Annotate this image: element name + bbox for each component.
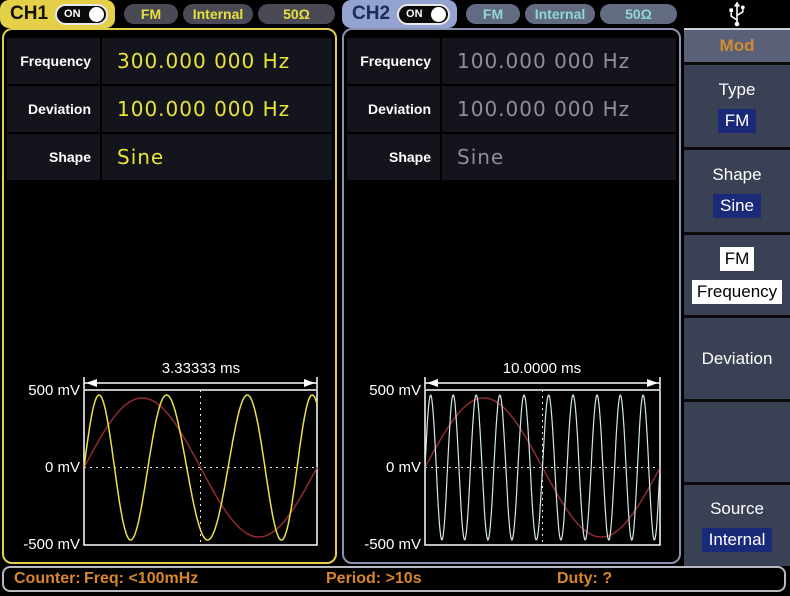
- ch2-toggle-state: ON: [406, 8, 423, 20]
- ch1-panel: Frequency 300.000 000 Hz Deviation 100.0…: [2, 28, 337, 564]
- ch2-params: Frequency 100.000 000 Hz Deviation 100.0…: [347, 38, 676, 180]
- ch1-span-arrowhead-left-icon: [86, 379, 97, 387]
- ch1-frequency-value[interactable]: 300.000 000 Hz: [102, 38, 332, 84]
- softkey-source[interactable]: Source Internal: [684, 485, 790, 566]
- ch2-source-badge: Internal: [525, 4, 595, 24]
- softkey-shape[interactable]: Shape Sine: [684, 150, 790, 235]
- ch2-span-arrowhead-right-icon: [647, 379, 658, 387]
- ch2-status-pills: FM Internal 50Ω: [466, 4, 677, 24]
- ch2-shape-label: Shape: [347, 134, 440, 180]
- menu-title: Mod: [684, 28, 790, 65]
- ch2-waveform-preview: 10.0000 ms 500 mV 0 mV -500 mV: [346, 358, 680, 552]
- ch1-toggle-knob-icon: [89, 7, 104, 22]
- softkey-fm-frequency[interactable]: FM Frequency: [684, 235, 790, 318]
- ch2-toggle-knob-icon: [431, 7, 446, 22]
- ch2-mod-badge: FM: [466, 4, 520, 24]
- softkey-type-value: FM: [718, 109, 757, 133]
- ch2-tab[interactable]: CH2 ON: [342, 0, 457, 28]
- ch1-impedance-badge: 50Ω: [258, 4, 335, 24]
- ch2-deviation-value[interactable]: 100.000 000 Hz: [442, 86, 676, 132]
- softkey-fm-line: FM: [720, 247, 755, 271]
- ch1-deviation-value[interactable]: 100.000 000 Hz: [102, 86, 332, 132]
- ch1-ylabel-mid: 0 mV: [45, 459, 80, 476]
- ch1-source-badge: Internal: [183, 4, 253, 24]
- ch1-shape-row: Shape Sine: [7, 134, 332, 180]
- ch1-tab-label: CH1: [10, 3, 48, 25]
- softkey-frequency-line: Frequency: [692, 280, 782, 304]
- ch2-on-toggle[interactable]: ON: [397, 4, 450, 25]
- counter-period: Period: >10s: [326, 570, 422, 588]
- ch2-shape-row: Shape Sine: [347, 134, 676, 180]
- softkey-shape-value: Sine: [713, 194, 761, 218]
- ch1-on-toggle[interactable]: ON: [55, 4, 108, 25]
- ch2-span-label: 10.0000 ms: [503, 360, 581, 377]
- ch1-mod-badge: FM: [124, 4, 178, 24]
- ch2-tab-label: CH2: [352, 3, 390, 25]
- counter-duty: Duty: ?: [557, 570, 612, 588]
- softkey-shape-label: Shape: [712, 165, 761, 185]
- ch2-deviation-label: Deviation: [347, 86, 440, 132]
- ch2-header: CH2 ON FM Internal 50Ω: [342, 0, 681, 28]
- ch1-params: Frequency 300.000 000 Hz Deviation 100.0…: [7, 38, 332, 180]
- ch1-ylabel-bottom: -500 mV: [23, 536, 80, 552]
- softkey-menu: Mod Type FM Shape Sine FM Frequency Devi…: [684, 28, 790, 566]
- ch1-tab[interactable]: CH1 ON: [0, 0, 115, 28]
- ch2-panel: Frequency 100.000 000 Hz Deviation 100.0…: [342, 28, 681, 564]
- ch1-deviation-label: Deviation: [7, 86, 100, 132]
- ch1-header: CH1 ON FM Internal 50Ω: [0, 0, 337, 28]
- ch2-ylabel-mid: 0 mV: [386, 459, 421, 476]
- ch1-waveform-preview: 3.33333 ms 500 mV 0 mV -500 mV: [6, 358, 336, 552]
- ch1-frequency-row: Frequency 300.000 000 Hz: [7, 38, 332, 84]
- counter-freq: Freq: <100mHz: [84, 570, 198, 588]
- generator-screen: CH1 ON FM Internal 50Ω CH2 ON FM Interna…: [0, 0, 790, 596]
- ch2-impedance-badge: 50Ω: [600, 4, 677, 24]
- ch2-span-arrowhead-left-icon: [427, 379, 438, 387]
- ch1-status-pills: FM Internal 50Ω: [124, 4, 335, 24]
- counter-label: Counter:: [14, 570, 81, 588]
- softkey-type[interactable]: Type FM: [684, 65, 790, 150]
- softkey-deviation[interactable]: Deviation: [684, 318, 790, 402]
- ch1-span-label: 3.33333 ms: [162, 360, 240, 377]
- ch1-shape-label: Shape: [7, 134, 100, 180]
- softkey-deviation-label: Deviation: [702, 349, 773, 369]
- usb-icon: [727, 1, 747, 27]
- softkey-type-label: Type: [719, 80, 756, 100]
- ch2-ylabel-bottom: -500 mV: [364, 536, 421, 552]
- ch2-frequency-label: Frequency: [347, 38, 440, 84]
- ch2-frequency-row: Frequency 100.000 000 Hz: [347, 38, 676, 84]
- usb-status-area: [684, 0, 790, 28]
- softkey-source-value: Internal: [702, 528, 773, 552]
- counter-status-bar: Counter: Freq: <100mHz Period: >10s Duty…: [2, 566, 786, 592]
- ch1-toggle-state: ON: [64, 8, 81, 20]
- ch1-span-arrowhead-right-icon: [304, 379, 315, 387]
- ch1-span-arrow-icon: [84, 377, 317, 389]
- softkey-source-label: Source: [710, 499, 764, 519]
- softkey-blank[interactable]: [684, 402, 790, 485]
- ch2-frequency-value[interactable]: 100.000 000 Hz: [442, 38, 676, 84]
- ch2-shape-value[interactable]: Sine: [442, 134, 676, 180]
- ch1-frequency-label: Frequency: [7, 38, 100, 84]
- ch1-shape-value[interactable]: Sine: [102, 134, 332, 180]
- ch1-deviation-row: Deviation 100.000 000 Hz: [7, 86, 332, 132]
- ch2-deviation-row: Deviation 100.000 000 Hz: [347, 86, 676, 132]
- ch2-ylabel-top: 500 mV: [369, 382, 421, 399]
- ch2-span-arrow-icon: [425, 377, 660, 389]
- ch1-ylabel-top: 500 mV: [28, 382, 80, 399]
